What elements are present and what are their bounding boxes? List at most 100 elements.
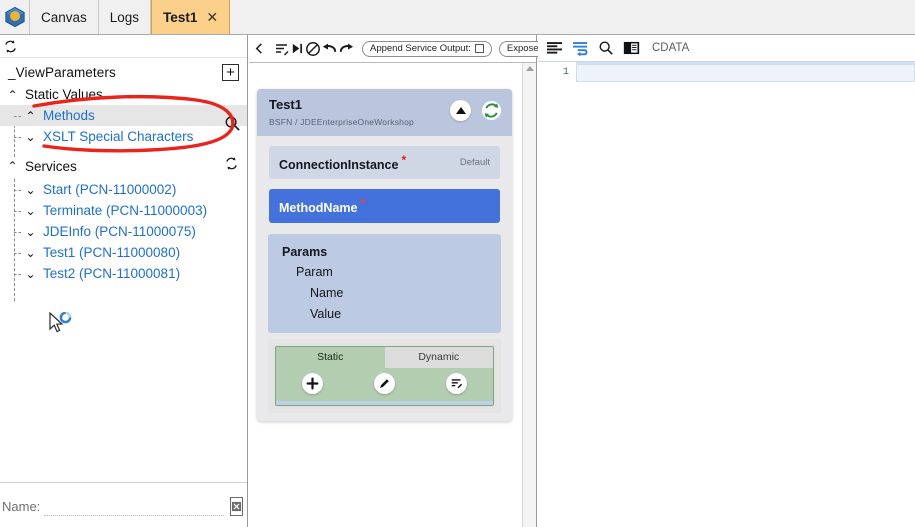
tree-guide-branch bbox=[14, 136, 21, 138]
list-edit-icon[interactable] bbox=[446, 372, 468, 394]
chevron-up-icon[interactable]: ⌃ bbox=[6, 89, 19, 101]
pencil-edit-icon[interactable] bbox=[373, 372, 395, 394]
group-static-values[interactable]: ⌃ Static Values bbox=[0, 84, 247, 105]
param-mode-tabs: Static Dynamic bbox=[276, 346, 493, 368]
param-label[interactable]: Param bbox=[268, 261, 501, 281]
field-connectioninstance[interactable]: ConnectionInstance * Default bbox=[269, 146, 500, 180]
name-row: Name: bbox=[0, 491, 247, 521]
tab-close-icon[interactable]: ✕ bbox=[206, 10, 218, 24]
append-service-output-toggle[interactable]: Append Service Output: bbox=[362, 40, 492, 57]
tree-guide-branch bbox=[14, 231, 21, 233]
sidebar-item-test2[interactable]: ⌄ Test2 (PCN-11000081) bbox=[0, 263, 247, 284]
chevron-down-icon[interactable]: ⌄ bbox=[24, 131, 37, 143]
center-canvas: Test1 BSFN / JDEEnterpriseOneWorkshop Co… bbox=[249, 63, 536, 527]
sidebar-item-label: Test1 (PCN-11000080) bbox=[43, 245, 181, 260]
tab-bar-empty-space bbox=[230, 0, 915, 34]
chevron-down-icon[interactable]: ⌄ bbox=[24, 268, 37, 280]
line-number: 1 bbox=[562, 66, 569, 78]
sidebar-item-xslt-special-characters[interactable]: ⌄ XSLT Special Characters bbox=[0, 126, 247, 147]
align-left-icon[interactable] bbox=[546, 41, 563, 56]
chevron-up-icon[interactable]: ⌃ bbox=[6, 160, 19, 172]
group-label: Services bbox=[25, 158, 77, 174]
param-name-label[interactable]: Name bbox=[268, 281, 501, 302]
indent-blue-icon[interactable] bbox=[572, 41, 589, 56]
params-root-label[interactable]: Params bbox=[268, 243, 501, 261]
format-lines-icon[interactable] bbox=[274, 37, 290, 61]
sidebar-item-label: XSLT Special Characters bbox=[43, 129, 194, 144]
chevron-down-icon[interactable]: ⌄ bbox=[24, 205, 37, 217]
editor-text-area[interactable] bbox=[576, 64, 915, 82]
required-asterisk: * bbox=[360, 196, 366, 211]
trash-icon[interactable] bbox=[230, 496, 244, 516]
cdata-label: CDATA bbox=[652, 42, 690, 54]
param-editor: Static Dynamic bbox=[268, 338, 501, 413]
redo-icon[interactable] bbox=[338, 37, 355, 61]
tree-guide-branch bbox=[14, 115, 21, 117]
right-panel: CDATA 1 bbox=[538, 35, 915, 527]
undo-icon[interactable] bbox=[321, 37, 338, 61]
sidebar-item-jdeinfo[interactable]: ⌄ JDEInfo (PCN-11000075) bbox=[0, 221, 247, 242]
sidebar-footer: Name: bbox=[0, 482, 247, 527]
card-title: Test1 bbox=[269, 97, 302, 112]
tab-test1[interactable]: Test1 ✕ bbox=[151, 0, 231, 34]
view-parameters-row: _ViewParameters + bbox=[0, 58, 247, 84]
sidebar-item-label: Terminate (PCN-11000003) bbox=[43, 203, 208, 218]
center-scrollbar[interactable] bbox=[522, 63, 536, 527]
card-subtitle: BSFN / JDEEnterpriseOneWorkshop bbox=[269, 117, 414, 128]
sidebar-toolbar bbox=[0, 35, 247, 58]
sidebar-tree: _ViewParameters + ⌃ Static Values ⌃ Meth… bbox=[0, 58, 247, 481]
name-label: Name: bbox=[2, 498, 41, 514]
chevron-down-icon[interactable]: ⌄ bbox=[24, 247, 37, 259]
sync-circular-icon[interactable] bbox=[481, 100, 502, 121]
application-window: Canvas Logs Test1 ✕ _ViewParameters + ⌃ … bbox=[0, 0, 915, 527]
sidebar-item-label: Methods bbox=[43, 108, 95, 123]
view-parameters-title: _ViewParameters bbox=[8, 65, 116, 80]
tab-label: Canvas bbox=[41, 9, 87, 25]
search-icon[interactable] bbox=[598, 40, 614, 56]
sidebar-item-label: Test2 (PCN-11000081) bbox=[43, 266, 181, 281]
group-label: Static Values bbox=[25, 87, 103, 102]
step-forward-icon[interactable] bbox=[290, 37, 305, 61]
refresh-icon[interactable] bbox=[224, 156, 239, 176]
plus-box-icon[interactable]: + bbox=[222, 64, 239, 81]
search-icon[interactable] bbox=[224, 115, 241, 137]
tree-guide-branch bbox=[14, 189, 21, 191]
sidebar-item-methods[interactable]: ⌃ Methods bbox=[0, 105, 247, 126]
chevron-up-icon[interactable]: ⌃ bbox=[24, 110, 37, 122]
param-footer-strip bbox=[276, 400, 493, 405]
sidebar-item-label: JDEInfo (PCN-11000075) bbox=[43, 224, 196, 239]
chevron-down-icon[interactable]: ⌄ bbox=[24, 184, 37, 196]
refresh-icon[interactable] bbox=[3, 39, 18, 54]
append-service-output-label: Append Service Output: bbox=[370, 43, 471, 54]
sidebar-item-start[interactable]: ⌄ Start (PCN-11000002) bbox=[0, 179, 247, 200]
required-asterisk: * bbox=[401, 153, 407, 168]
plus-icon[interactable] bbox=[301, 372, 323, 394]
name-input[interactable] bbox=[44, 496, 225, 516]
center-panel: Append Service Output: Expose Service Ou… bbox=[249, 35, 628, 527]
field-label-text: ConnectionInstance bbox=[279, 158, 399, 173]
append-service-output-checkbox[interactable] bbox=[474, 44, 484, 53]
tab-logs[interactable]: Logs bbox=[98, 0, 152, 34]
field-label-text: MethodName bbox=[279, 201, 358, 216]
chevron-left-icon[interactable] bbox=[253, 37, 266, 61]
field-methodname[interactable]: MethodName * bbox=[269, 189, 500, 223]
tab-canvas[interactable]: Canvas bbox=[30, 0, 99, 34]
left-sidebar: _ViewParameters + ⌃ Static Values ⌃ Meth… bbox=[0, 35, 248, 527]
tab-label: Test1 bbox=[163, 9, 198, 25]
tab-bar: Canvas Logs Test1 ✕ bbox=[0, 0, 915, 35]
triangle-up-icon[interactable] bbox=[450, 100, 471, 121]
book-panel-icon[interactable] bbox=[623, 41, 640, 55]
param-action-bar bbox=[276, 367, 493, 401]
editor-gutter: 1 bbox=[538, 62, 576, 527]
tab-static[interactable]: Static bbox=[276, 346, 385, 368]
tab-dynamic[interactable]: Dynamic bbox=[384, 346, 493, 368]
sidebar-item-terminate[interactable]: ⌄ Terminate (PCN-11000003) bbox=[0, 200, 247, 221]
no-entry-icon[interactable] bbox=[305, 37, 321, 61]
editor-toolbar: CDATA bbox=[538, 35, 915, 62]
tree-guide-branch bbox=[14, 210, 21, 212]
chevron-down-icon[interactable]: ⌄ bbox=[24, 226, 37, 238]
group-services[interactable]: ⌃ Services bbox=[0, 153, 247, 179]
scroll-up-arrow-icon[interactable] bbox=[525, 66, 534, 71]
param-value-label[interactable]: Value bbox=[268, 302, 501, 323]
sidebar-item-test1[interactable]: ⌄ Test1 (PCN-11000080) bbox=[0, 242, 247, 263]
